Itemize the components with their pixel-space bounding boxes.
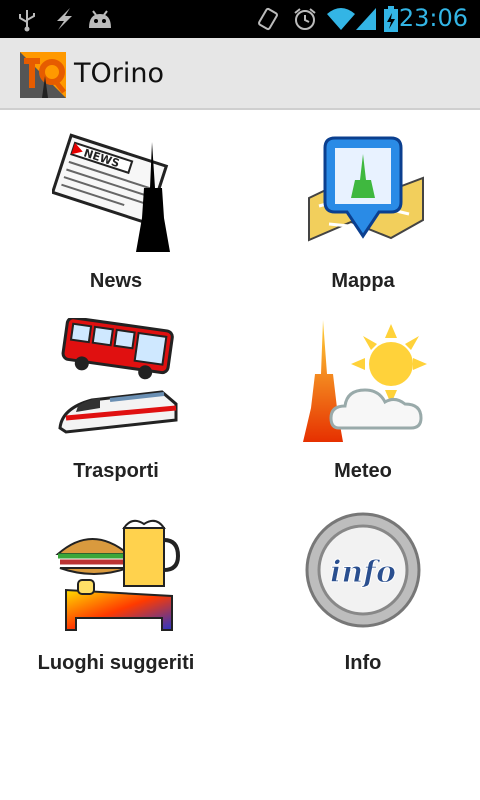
menu-item-label: News [89,270,143,292]
menu-item-label: Trasporti [73,460,159,482]
rotation-icon [258,7,278,31]
menu-item-label: Luoghi suggeriti [37,652,195,674]
map-pin-icon [308,136,424,242]
menu-item-mappa[interactable]: Mappa [263,128,463,293]
battery-charging-icon [384,6,398,32]
info-icon: info [305,512,421,628]
app-title: TOrino [74,58,164,89]
menu-item-info[interactable]: info Info [263,510,463,675]
android-icon [89,10,111,28]
menu-item-trasporti[interactable]: Trasporti [16,318,216,483]
status-bar: 23:06 [0,0,480,38]
debug-lightning-icon [57,8,72,30]
wifi-icon [327,8,355,30]
menu-item-meteo[interactable]: Meteo [263,318,463,483]
action-bar: TOrino [0,38,480,110]
weather-icon [303,320,427,442]
menu-item-label: Info [344,652,382,674]
menu-item-news[interactable]: NEWS News [16,128,216,293]
menu-item-label: Mappa [331,270,395,292]
signal-icon [356,8,376,30]
usb-icon [19,10,35,32]
svg-text:info: info [330,555,396,590]
bus-train-icon [58,318,178,434]
alarm-icon [294,8,316,30]
clock: 23:06 [398,4,468,32]
torino-logo-icon[interactable] [20,52,66,98]
food-bed-icon [55,519,180,631]
menu-item-label: Meteo [334,460,392,482]
menu-item-luoghi-suggeriti[interactable]: Luoghi suggeriti [16,510,216,675]
newspaper-icon: NEWS [52,133,170,252]
